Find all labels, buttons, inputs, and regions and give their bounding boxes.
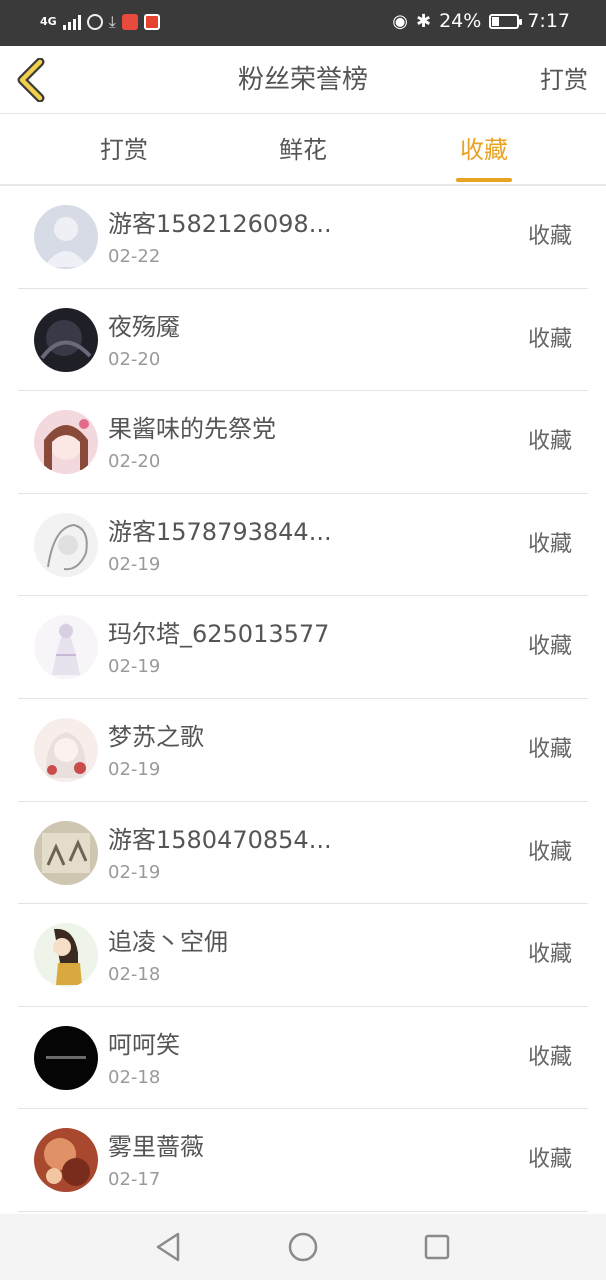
user-name: 游客1582126098... (108, 210, 332, 238)
fan-list: 游客1582126098... 02-22 收藏 夜殇魇 02-20 收藏 果酱… (0, 186, 606, 1212)
date: 02-18 (108, 1066, 161, 1088)
favorite-label: 收藏 (527, 942, 572, 968)
date: 02-20 (108, 348, 161, 370)
user-name: 游客1578793844... (108, 517, 332, 546)
list-item[interactable]: 游客1582126098... 02-22 收藏 (0, 186, 606, 289)
bluetooth-icon: ✱ (416, 10, 432, 32)
browser-icon (86, 14, 103, 30)
avatar[interactable] (34, 410, 98, 475)
signal-icon (62, 14, 81, 30)
avatar[interactable] (34, 1025, 98, 1090)
date: 02-19 (108, 656, 161, 678)
nav-recents-button[interactable] (420, 1230, 454, 1264)
date: 02-19 (108, 861, 161, 883)
favorite-label: 收藏 (527, 326, 572, 352)
user-name: 呵呵笑 (108, 1030, 180, 1059)
nav-home-button[interactable] (286, 1230, 320, 1264)
app-header: 粉丝荣誉榜 打赏 (0, 46, 606, 114)
page-title: 粉丝荣誉榜 (237, 65, 368, 95)
date: 02-19 (108, 553, 161, 575)
favorite-label: 收藏 (527, 224, 572, 249)
tab-label: 收藏 (460, 136, 508, 164)
date: 02-17 (108, 1169, 161, 1191)
user-name: 玛尔塔_625013577 (108, 620, 330, 649)
date: 02-20 (108, 451, 161, 473)
avatar[interactable] (34, 205, 98, 269)
favorite-label: 收藏 (527, 1147, 572, 1173)
favorite-label: 收藏 (527, 736, 572, 762)
chevron-left-icon (17, 57, 45, 103)
user-name: 追凌丶空佣 (108, 928, 228, 957)
avatar[interactable] (34, 820, 98, 885)
list-item[interactable]: 游客1580470854... 02-19 收藏 (0, 802, 606, 905)
network-type: 4G (40, 15, 57, 28)
recents-square-icon (424, 1234, 450, 1260)
user-name: 梦苏之歌 (108, 722, 204, 751)
date: 02-19 (108, 758, 161, 780)
list-item[interactable]: 果酱味的先祭党 02-20 收藏 (0, 391, 606, 494)
avatar[interactable] (34, 512, 98, 577)
favorite-label: 收藏 (527, 1044, 572, 1070)
list-item[interactable]: 呵呵笑 02-18 收藏 (0, 1007, 606, 1110)
list-item[interactable]: 夜殇魇 02-20 收藏 (0, 289, 606, 392)
reward-button[interactable]: 打赏 (540, 46, 588, 114)
download-icon: ⤓ (108, 12, 116, 31)
favorite-label: 收藏 (527, 531, 572, 557)
status-left: 4G ⤓ (40, 12, 160, 32)
list-item[interactable]: 追凌丶空佣 02-18 收藏 (0, 904, 606, 1007)
user-name: 果酱味的先祭党 (108, 415, 276, 444)
home-circle-icon (288, 1232, 318, 1262)
tab-bar: 打赏 鲜花 收藏 (0, 114, 606, 186)
user-name: 游客1580470854... (108, 825, 332, 854)
tab-favorites[interactable]: 收藏 (424, 114, 544, 186)
battery-icon (489, 13, 523, 29)
active-tab-indicator (456, 178, 512, 182)
favorite-label: 收藏 (527, 429, 572, 455)
avatar[interactable] (34, 307, 98, 372)
list-item[interactable]: 雾里蔷薇 02-17 收藏 (0, 1109, 606, 1212)
avatar[interactable] (34, 1128, 98, 1193)
tab-reward[interactable]: 打赏 (64, 114, 184, 186)
clock: 7:17 (527, 10, 570, 32)
list-item[interactable]: 玛尔塔_625013577 02-19 收藏 (0, 596, 606, 699)
system-nav-bar (0, 1214, 606, 1280)
divider (18, 1210, 588, 1212)
back-triangle-icon (156, 1232, 180, 1262)
avatar[interactable] (34, 717, 98, 782)
user-name: 雾里蔷薇 (108, 1133, 204, 1162)
status-right: ◉ ✱ 24% 7:17 (392, 10, 570, 32)
avatar[interactable] (34, 923, 98, 988)
back-button[interactable] (14, 57, 54, 103)
status-bar: 4G ⤓ ◉ ✱ 24% 7:17 (0, 0, 606, 46)
battery-percent: 24% (439, 10, 482, 32)
tab-flowers[interactable]: 鲜花 (243, 114, 363, 186)
date: 02-22 (108, 246, 161, 267)
tab-label: 鲜花 (279, 136, 327, 164)
avatar[interactable] (34, 615, 98, 680)
list-item[interactable]: 梦苏之歌 02-19 收藏 (0, 699, 606, 802)
user-name: 夜殇魇 (108, 312, 180, 341)
date: 02-18 (108, 964, 161, 986)
favorite-label: 收藏 (527, 634, 572, 660)
video-app-icon (121, 14, 138, 30)
list-item[interactable]: 游客1578793844... 02-19 收藏 (0, 494, 606, 597)
calendar-app-icon (143, 14, 160, 30)
nav-back-button[interactable] (152, 1230, 186, 1264)
favorite-label: 收藏 (527, 839, 572, 865)
eye-icon: ◉ (392, 10, 408, 32)
tab-label: 打赏 (100, 136, 148, 164)
